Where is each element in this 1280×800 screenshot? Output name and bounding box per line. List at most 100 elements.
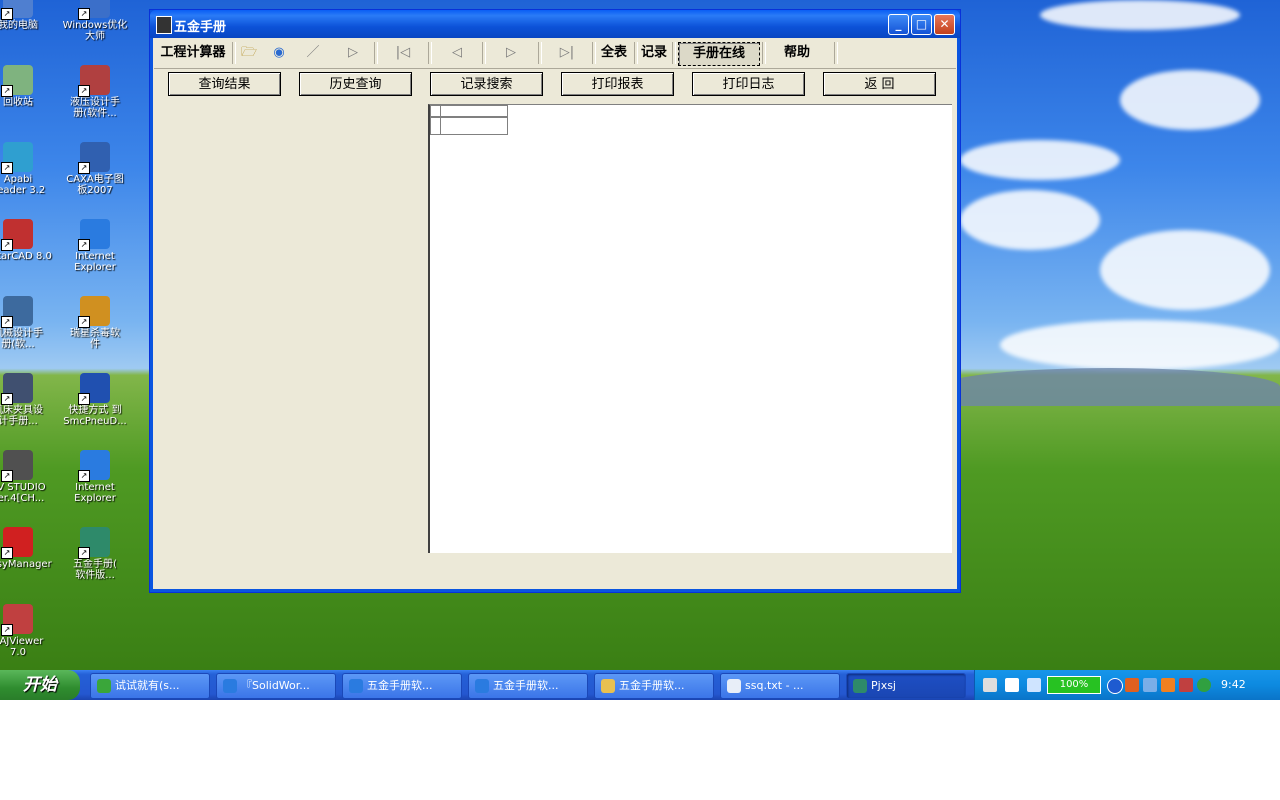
system-tray: 100% 9:42 [974,670,1280,700]
shortcut-arrow-icon: ↗ [1,85,13,97]
desktop-icon[interactable]: ↗Apabi Reader 3.2 [0,142,56,196]
update-icon[interactable] [1197,678,1211,692]
navigation-pane[interactable] [154,104,428,552]
task-icon [727,679,741,693]
keyboard-icon[interactable] [983,678,997,692]
user-icon[interactable] [1125,678,1139,692]
desktop-icon-label: 快捷方式 到 SmcPneuD... [63,405,127,427]
taskbar-button[interactable]: Pjxsj [846,673,966,699]
desktop-icon[interactable]: ↗EasyManager [0,527,56,570]
toolbar-divider [762,42,766,64]
taskbar-button[interactable]: 『SolidWor... [216,673,336,699]
expand-tray-icon[interactable] [1107,678,1123,694]
start-button[interactable]: 开始 [0,670,80,700]
toolbar-divider [672,42,676,64]
manual-online-button[interactable]: 手册在线 [678,42,760,66]
desktop-icon-label: 瑞星杀毒软 件 [70,328,120,350]
print-report-button[interactable]: 打印报表 [561,72,674,96]
app-icon [156,16,172,34]
desktop-icon[interactable]: ↗VV STUDIO ver.4[CH... [0,450,56,504]
desktop-icon[interactable]: ↗ Internet Explorer [57,219,133,273]
shortcut-icon: ↗ [78,527,110,559]
shortcut-arrow-icon: ↗ [78,162,90,174]
desktop-icon[interactable]: ↗ Internet Explorer [57,450,133,504]
taskbar-button[interactable]: 五金手册软... [468,673,588,699]
desktop-icon[interactable]: ↗CAJViewer 7.0 [0,604,56,658]
data-grid[interactable] [428,104,952,553]
task-label: ssq.txt - ... [745,679,804,692]
shortcut-icon: ↗ [1,296,33,328]
toolbar-divider [428,42,432,64]
desktop-icon[interactable]: ↗ Windows优化 大师 [57,0,133,42]
flag-icon[interactable]: ▷ [342,42,364,64]
prev-record-icon[interactable]: ◁ [446,42,468,64]
record-button[interactable]: 记录 [638,42,670,64]
desktop-icon-label: 机床夹具设 计手册... [0,405,43,427]
desktop-icon[interactable]: ↗ 五金手册( 软件版... [57,527,133,581]
desktop-icon[interactable]: ↗机械设计手 册(软... [0,296,56,350]
task-icon [475,679,489,693]
task-label: 『SolidWor... [241,679,310,692]
shortcut-arrow-icon: ↗ [1,624,13,636]
network-icon[interactable] [1027,678,1041,692]
desktop-icon[interactable]: ↗ 我的电脑 [0,0,56,31]
app-tray-icon[interactable] [1179,678,1193,692]
desktop-icon[interactable]: ↗GstarCAD 8.0 [0,219,56,262]
taskbar-button[interactable]: 试试就有(s... [90,673,210,699]
grid-header-cell[interactable] [440,105,508,117]
desktop-icon[interactable]: ↗机床夹具设 计手册... [0,373,56,427]
taskbar-button[interactable]: 五金手册软... [342,673,462,699]
desktop-icon[interactable]: ↗ 液压设计手 册(软件... [57,65,133,119]
desktop-icon-label: Internet Explorer [74,251,116,273]
desktop-icon-label: 我的电脑 [0,20,38,31]
first-record-icon[interactable]: |◁ [392,42,414,64]
volume-icon[interactable] [1143,678,1157,692]
desktop-icon-label: CAJViewer 7.0 [0,636,44,658]
print-log-button[interactable]: 打印日志 [692,72,805,96]
screen: ↗ 我的电脑 ↗ Windows优化 大师 ↗ 回收站 ↗ 液压设计手 册(软件... ↗ Apa… [0,0,1280,700]
maximize-button[interactable]: □ [911,14,932,35]
help-tray-icon[interactable] [1005,678,1019,692]
record-search-button[interactable]: 记录搜索 [430,72,543,96]
taskbar-button[interactable]: ssq.txt - ... [720,673,840,699]
minimize-button[interactable]: _ [888,14,909,35]
globe-icon[interactable]: ◉ [268,42,290,64]
folder-open-icon[interactable]: 🗁 [238,42,260,64]
calculator-button[interactable]: 工程计算器 [156,42,230,64]
grid-cell[interactable] [440,117,508,135]
taskbar: 开始 试试就有(s... 『SolidWor... 五金手册软... 五金手册软...… [0,670,1280,700]
desktop-icon-label: CAXA电子图 板2007 [66,174,124,196]
shortcut-arrow-icon: ↗ [1,470,13,482]
history-query-button[interactable]: 历史查询 [299,72,412,96]
desktop-icon[interactable]: ↗ 快捷方式 到 SmcPneuD... [57,373,133,427]
next-record-icon[interactable]: ▷ [500,42,522,64]
task-icon [601,679,615,693]
desktop-icon-label: 回收站 [3,97,33,108]
shortcut-arrow-icon: ↗ [1,8,13,20]
app-window: 五金手册 _ □ ✕ 工程计算器 🗁 ◉ ／ ▷ |◁ ◁ ▷ ▷| 全表 记录… [149,9,961,593]
desktop-icon-label: GstarCAD 8.0 [0,251,52,262]
title-bar[interactable]: 五金手册 _ □ ✕ [150,10,960,38]
task-icon [349,679,363,693]
antivirus-icon[interactable] [1161,678,1175,692]
last-record-icon[interactable]: ▷| [556,42,578,64]
desktop-icon[interactable]: ↗ CAXA电子图 板2007 [57,142,133,196]
line-icon[interactable]: ／ [302,42,324,64]
query-results-button[interactable]: 查询结果 [168,72,281,96]
desktop-icon[interactable]: ↗ 回收站 [0,65,56,108]
help-button[interactable]: 帮助 [770,42,824,64]
close-button[interactable]: ✕ [934,14,955,35]
return-button[interactable]: 返 回 [823,72,936,96]
zoom-indicator[interactable]: 100% [1047,676,1101,694]
command-bar: 查询结果 历史查询 记录搜索 打印报表 打印日志 返 回 [154,68,956,105]
full-table-button[interactable]: 全表 [598,42,630,64]
desktop-icon-label: Windows优化 大师 [62,20,128,42]
desktop-icon[interactable]: ↗ 瑞星杀毒软 件 [57,296,133,350]
shortcut-icon: ↗ [1,142,33,174]
shortcut-icon: ↗ [78,142,110,174]
shortcut-arrow-icon: ↗ [78,393,90,405]
shortcut-icon: ↗ [1,450,33,482]
taskbar-button[interactable]: 五金手册软... [594,673,714,699]
clock: 9:42 [1221,678,1246,691]
desktop-icon-label: 机械设计手 册(软... [0,328,43,350]
